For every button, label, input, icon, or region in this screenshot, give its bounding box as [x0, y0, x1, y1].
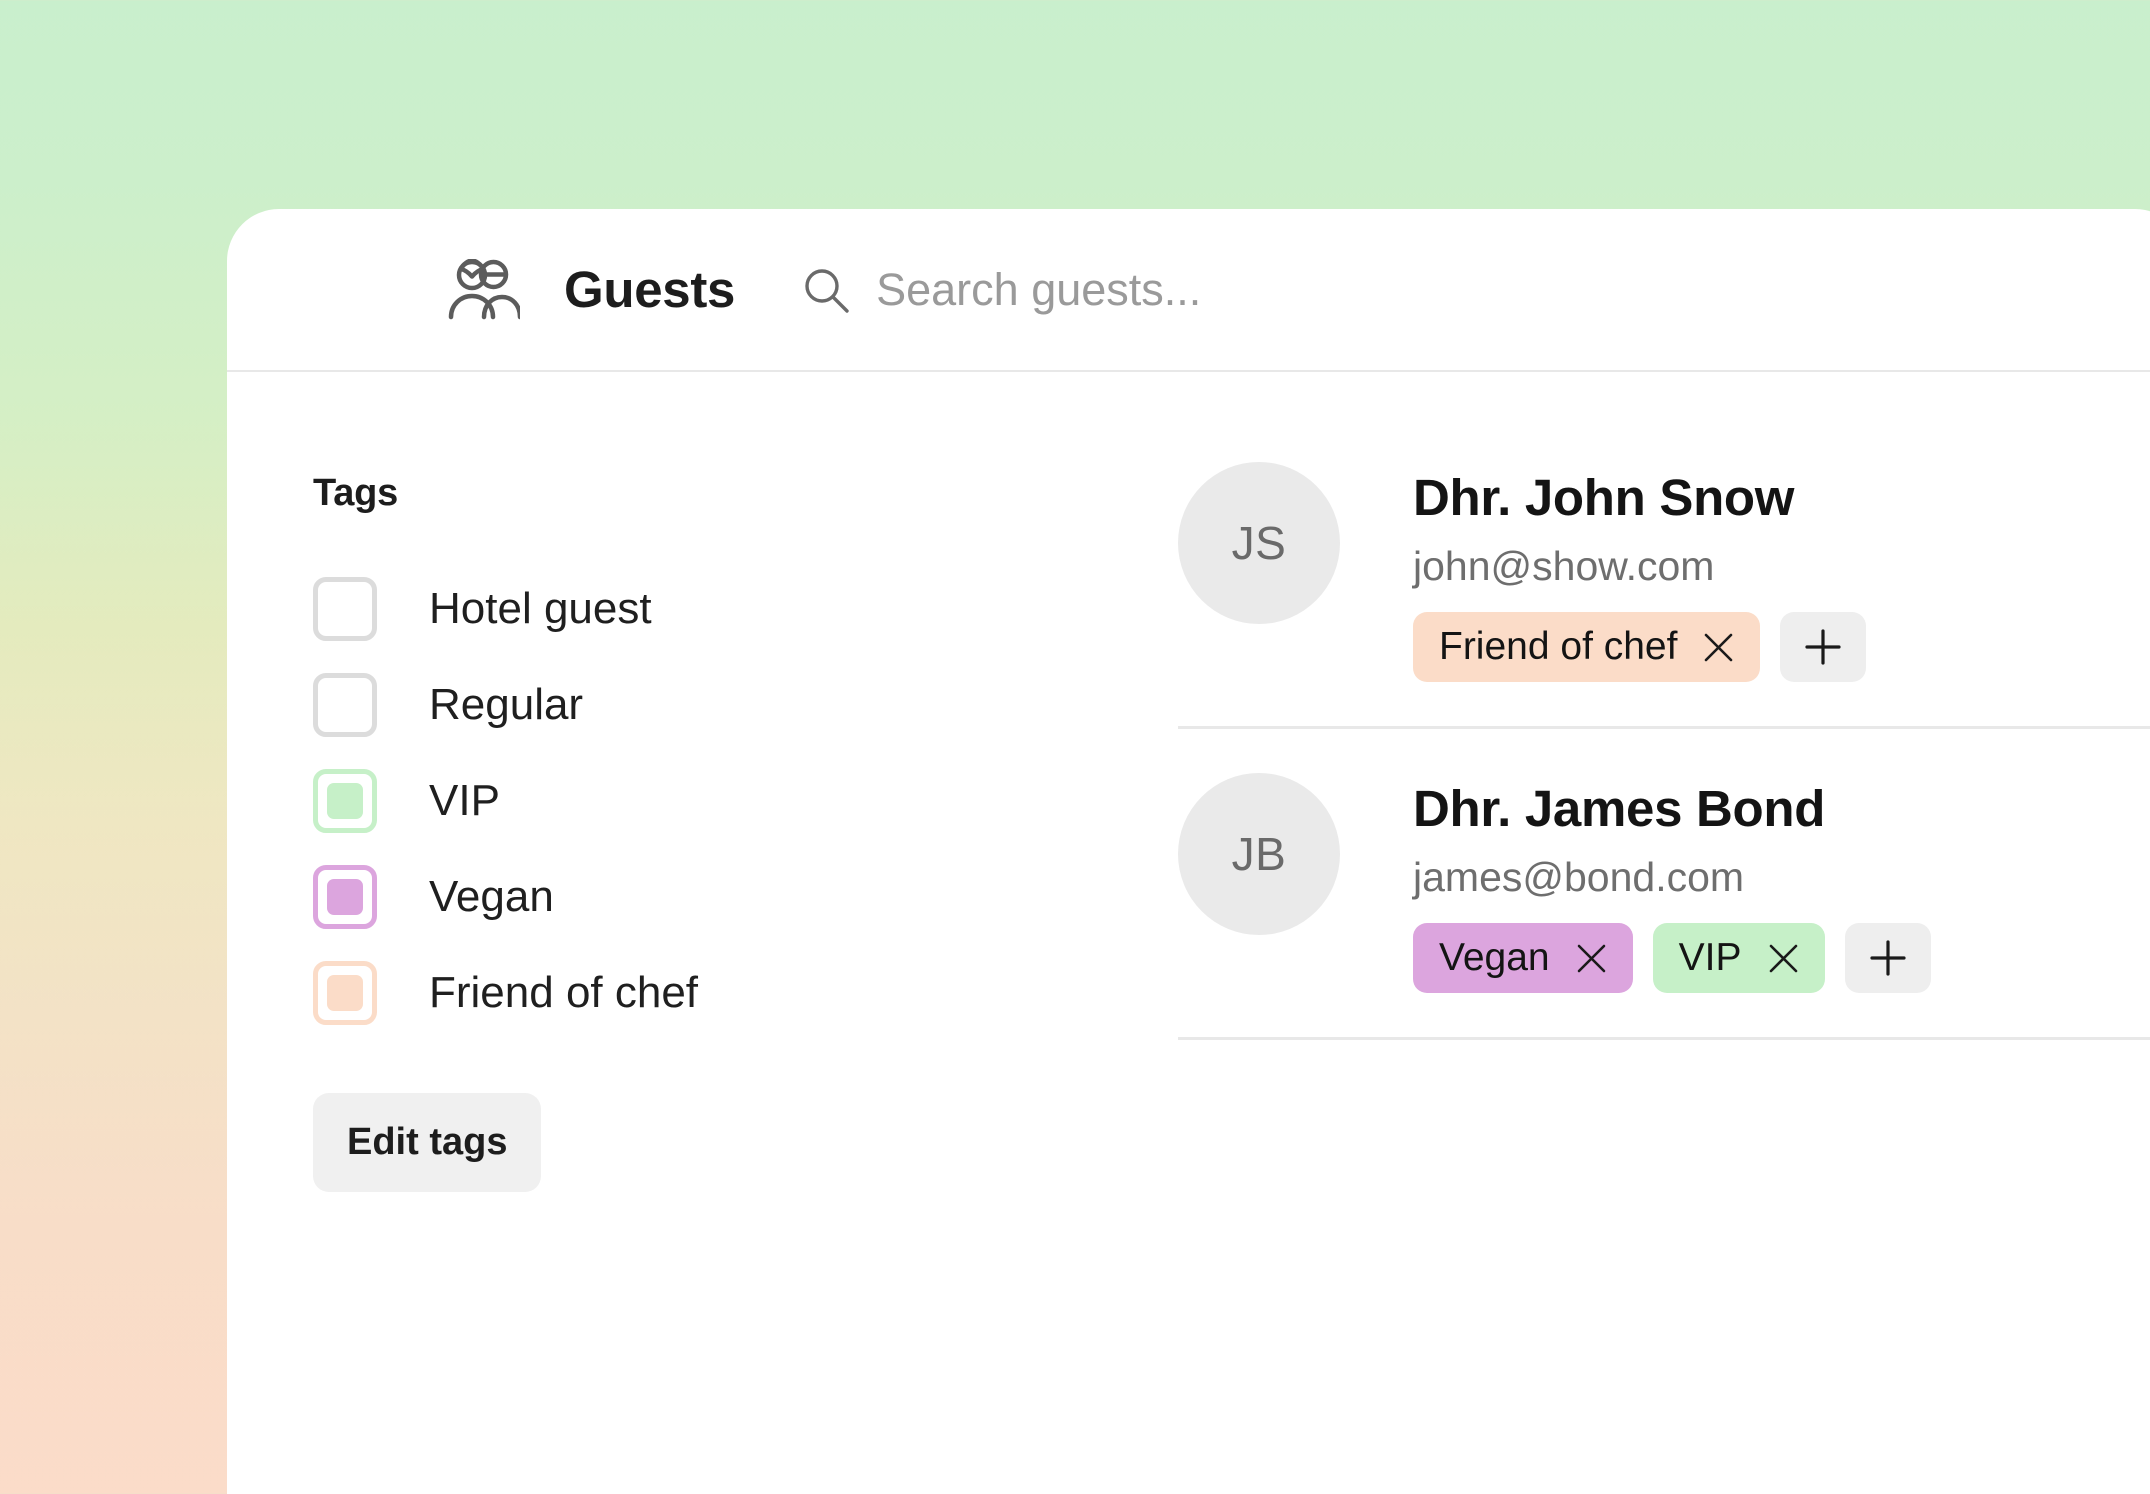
guest-email: john@show.com — [1413, 543, 1715, 589]
guests-card: Guests Tags Hotel guest — [227, 209, 2150, 1494]
guest-tag-label: Friend of chef — [1439, 625, 1678, 668]
close-icon[interactable] — [1703, 632, 1734, 663]
guest-name: Dhr. John Snow — [1413, 469, 1795, 526]
header-bar: Guests — [227, 209, 2150, 372]
guest-tags: Vegan VIP — [1413, 923, 1931, 993]
guest-row[interactable]: JB Dhr. James Bond james@bond.com Vegan … — [1178, 729, 2150, 1040]
guest-email: james@bond.com — [1413, 854, 1745, 900]
close-icon[interactable] — [1768, 943, 1799, 974]
guests-people-icon — [448, 258, 520, 319]
plus-icon — [1805, 629, 1842, 665]
checkbox-swatch — [327, 687, 363, 723]
checkbox-swatch — [327, 783, 363, 819]
guest-info: Dhr. James Bond james@bond.com Vegan VIP — [1413, 773, 1931, 993]
checkbox-swatch — [327, 591, 363, 627]
search-input[interactable] — [876, 263, 1777, 316]
checkbox-swatch — [327, 975, 363, 1011]
search-icon — [805, 268, 849, 313]
guest-tag-label: Vegan — [1439, 936, 1550, 979]
plus-icon — [1869, 940, 1906, 976]
body-area: Tags Hotel guest Regular VIP Vegan Frien… — [227, 372, 2150, 1494]
tags-heading: Tags — [313, 472, 399, 514]
tag-filter-friend-of-chef[interactable]: Friend of chef — [313, 945, 1178, 1041]
guest-tag-vip[interactable]: VIP — [1652, 923, 1825, 993]
tag-filter-label: VIP — [429, 776, 500, 825]
guest-tag-vegan[interactable]: Vegan — [1413, 923, 1633, 993]
guest-tag-friend-of-chef[interactable]: Friend of chef — [1413, 612, 1761, 682]
guest-name: Dhr. James Bond — [1413, 780, 1826, 837]
tag-filter-regular[interactable]: Regular — [313, 657, 1178, 753]
add-tag-button[interactable] — [1780, 612, 1867, 682]
tag-filter-label: Friend of chef — [429, 968, 699, 1017]
guest-list: JS Dhr. John Snow john@show.com Friend o… — [1178, 372, 2150, 1494]
add-tag-button[interactable] — [1844, 923, 1931, 993]
tag-filter-label: Hotel guest — [429, 584, 652, 633]
checkbox-friend-of-chef[interactable] — [313, 961, 377, 1025]
close-icon[interactable] — [1576, 943, 1607, 974]
edit-tags-button[interactable]: Edit tags — [313, 1093, 542, 1192]
checkbox-vip[interactable] — [313, 769, 377, 833]
tag-filter-vip[interactable]: VIP — [313, 753, 1178, 849]
guest-tag-label: VIP — [1678, 936, 1742, 979]
checkbox-regular[interactable] — [313, 673, 377, 737]
checkbox-vegan[interactable] — [313, 865, 377, 929]
guest-info: Dhr. John Snow john@show.com Friend of c… — [1413, 462, 1867, 682]
guest-row[interactable]: JS Dhr. John Snow john@show.com Friend o… — [1178, 418, 2150, 729]
search-box[interactable] — [802, 263, 2150, 316]
avatar: JB — [1178, 773, 1340, 935]
tag-filter-list: Hotel guest Regular VIP Vegan Friend of … — [313, 561, 1178, 1041]
tags-panel: Tags Hotel guest Regular VIP Vegan Frien… — [227, 372, 1178, 1494]
tag-filter-label: Vegan — [429, 872, 554, 921]
checkbox-swatch — [327, 879, 363, 915]
tag-filter-hotel-guest[interactable]: Hotel guest — [313, 561, 1178, 657]
tag-filter-label: Regular — [429, 680, 584, 729]
page-title: Guests — [564, 261, 736, 318]
checkbox-hotel-guest[interactable] — [313, 577, 377, 641]
tag-filter-vegan[interactable]: Vegan — [313, 849, 1178, 945]
guest-tags: Friend of chef — [1413, 612, 1867, 682]
avatar: JS — [1178, 462, 1340, 624]
